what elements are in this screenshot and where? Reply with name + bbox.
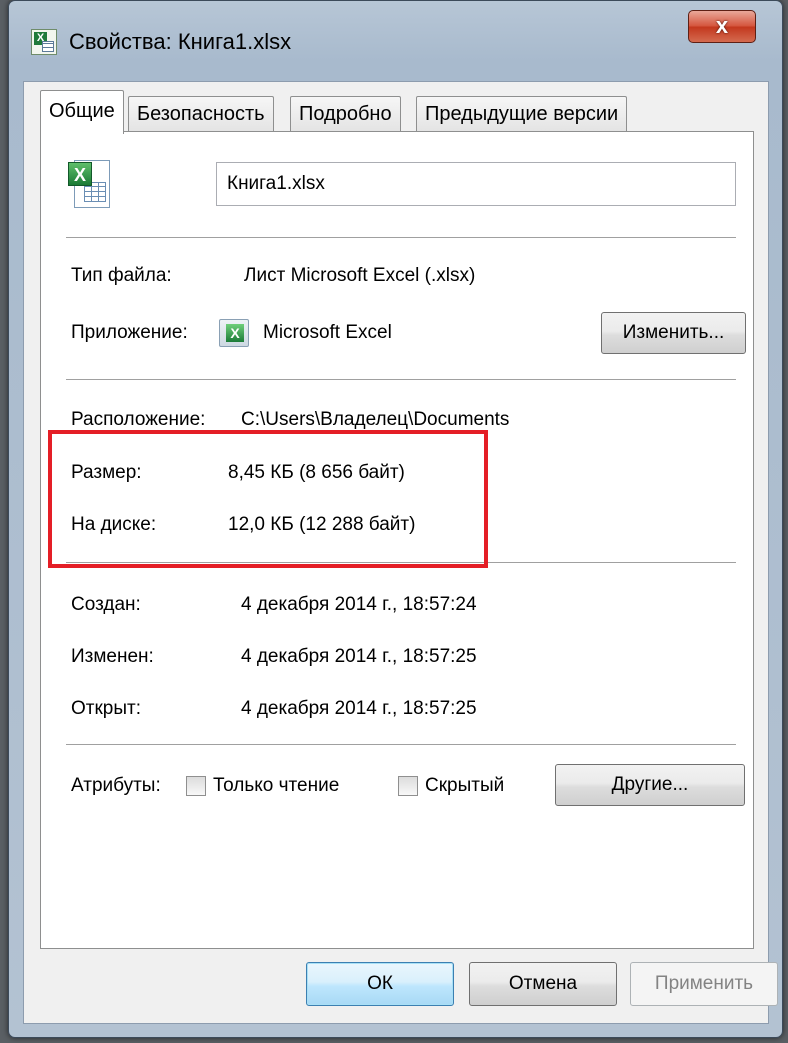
- accessed-value: 4 декабря 2014 г., 18:57:25: [241, 698, 477, 719]
- cancel-button[interactable]: Отмена: [469, 962, 617, 1006]
- file-type-value: Лист Microsoft Excel (.xlsx): [244, 265, 476, 286]
- size-label: Размер:: [71, 462, 142, 483]
- change-button[interactable]: Изменить...: [601, 312, 746, 354]
- modified-value: 4 декабря 2014 г., 18:57:25: [241, 646, 477, 667]
- separator: [66, 562, 736, 564]
- tab-general[interactable]: Общие: [40, 90, 124, 134]
- application-value: Microsoft Excel: [263, 322, 392, 343]
- tab-details[interactable]: Подробно: [290, 96, 401, 133]
- general-tab-panel: X Тип файла: Лист Microsoft Excel (.xlsx…: [40, 131, 754, 949]
- size-value: 8,45 КБ (8 656 байт): [228, 462, 405, 483]
- size-on-disk-label: На диске:: [71, 514, 157, 535]
- properties-dialog: X Свойства: Книга1.xlsx x Общие Безопасн…: [8, 0, 783, 1038]
- separator: [66, 237, 736, 239]
- created-label: Создан:: [71, 594, 141, 615]
- application-label: Приложение:: [71, 322, 188, 343]
- location-value: C:\Users\Владелец\Documents: [241, 409, 510, 430]
- tab-previous-versions[interactable]: Предыдущие версии: [416, 96, 628, 133]
- created-value: 4 декабря 2014 г., 18:57:24: [241, 594, 477, 615]
- separator: [66, 379, 736, 381]
- ok-button[interactable]: ОК: [306, 962, 454, 1006]
- separator: [66, 744, 736, 746]
- readonly-checkbox[interactable]: [186, 776, 206, 796]
- close-icon: x: [715, 13, 729, 38]
- file-type-label: Тип файла:: [71, 265, 172, 286]
- size-on-disk-value: 12,0 КБ (12 288 байт): [228, 514, 416, 535]
- location-label: Расположение:: [71, 409, 206, 430]
- hidden-label[interactable]: Скрытый: [425, 775, 504, 797]
- readonly-label[interactable]: Только чтение: [213, 775, 339, 797]
- window-title: Свойства: Книга1.xlsx: [69, 29, 292, 54]
- close-button[interactable]: x: [688, 10, 756, 43]
- apply-button[interactable]: Применить: [630, 962, 778, 1006]
- excel-app-icon: X: [219, 319, 249, 347]
- excel-file-icon: X: [68, 158, 114, 210]
- tab-security[interactable]: Безопасность: [128, 96, 274, 133]
- dialog-client-area: Общие Безопасность Подробно Предыдущие в…: [23, 81, 778, 1024]
- accessed-label: Открыт:: [71, 698, 141, 719]
- advanced-button[interactable]: Другие...: [555, 764, 745, 806]
- attributes-label: Атрибуты:: [71, 775, 161, 796]
- excel-file-icon: X: [31, 29, 57, 55]
- hidden-checkbox[interactable]: [398, 776, 418, 796]
- file-name-input[interactable]: [216, 162, 736, 206]
- title-bar[interactable]: X Свойства: Книга1.xlsx x: [9, 1, 782, 81]
- modified-label: Изменен:: [71, 646, 154, 667]
